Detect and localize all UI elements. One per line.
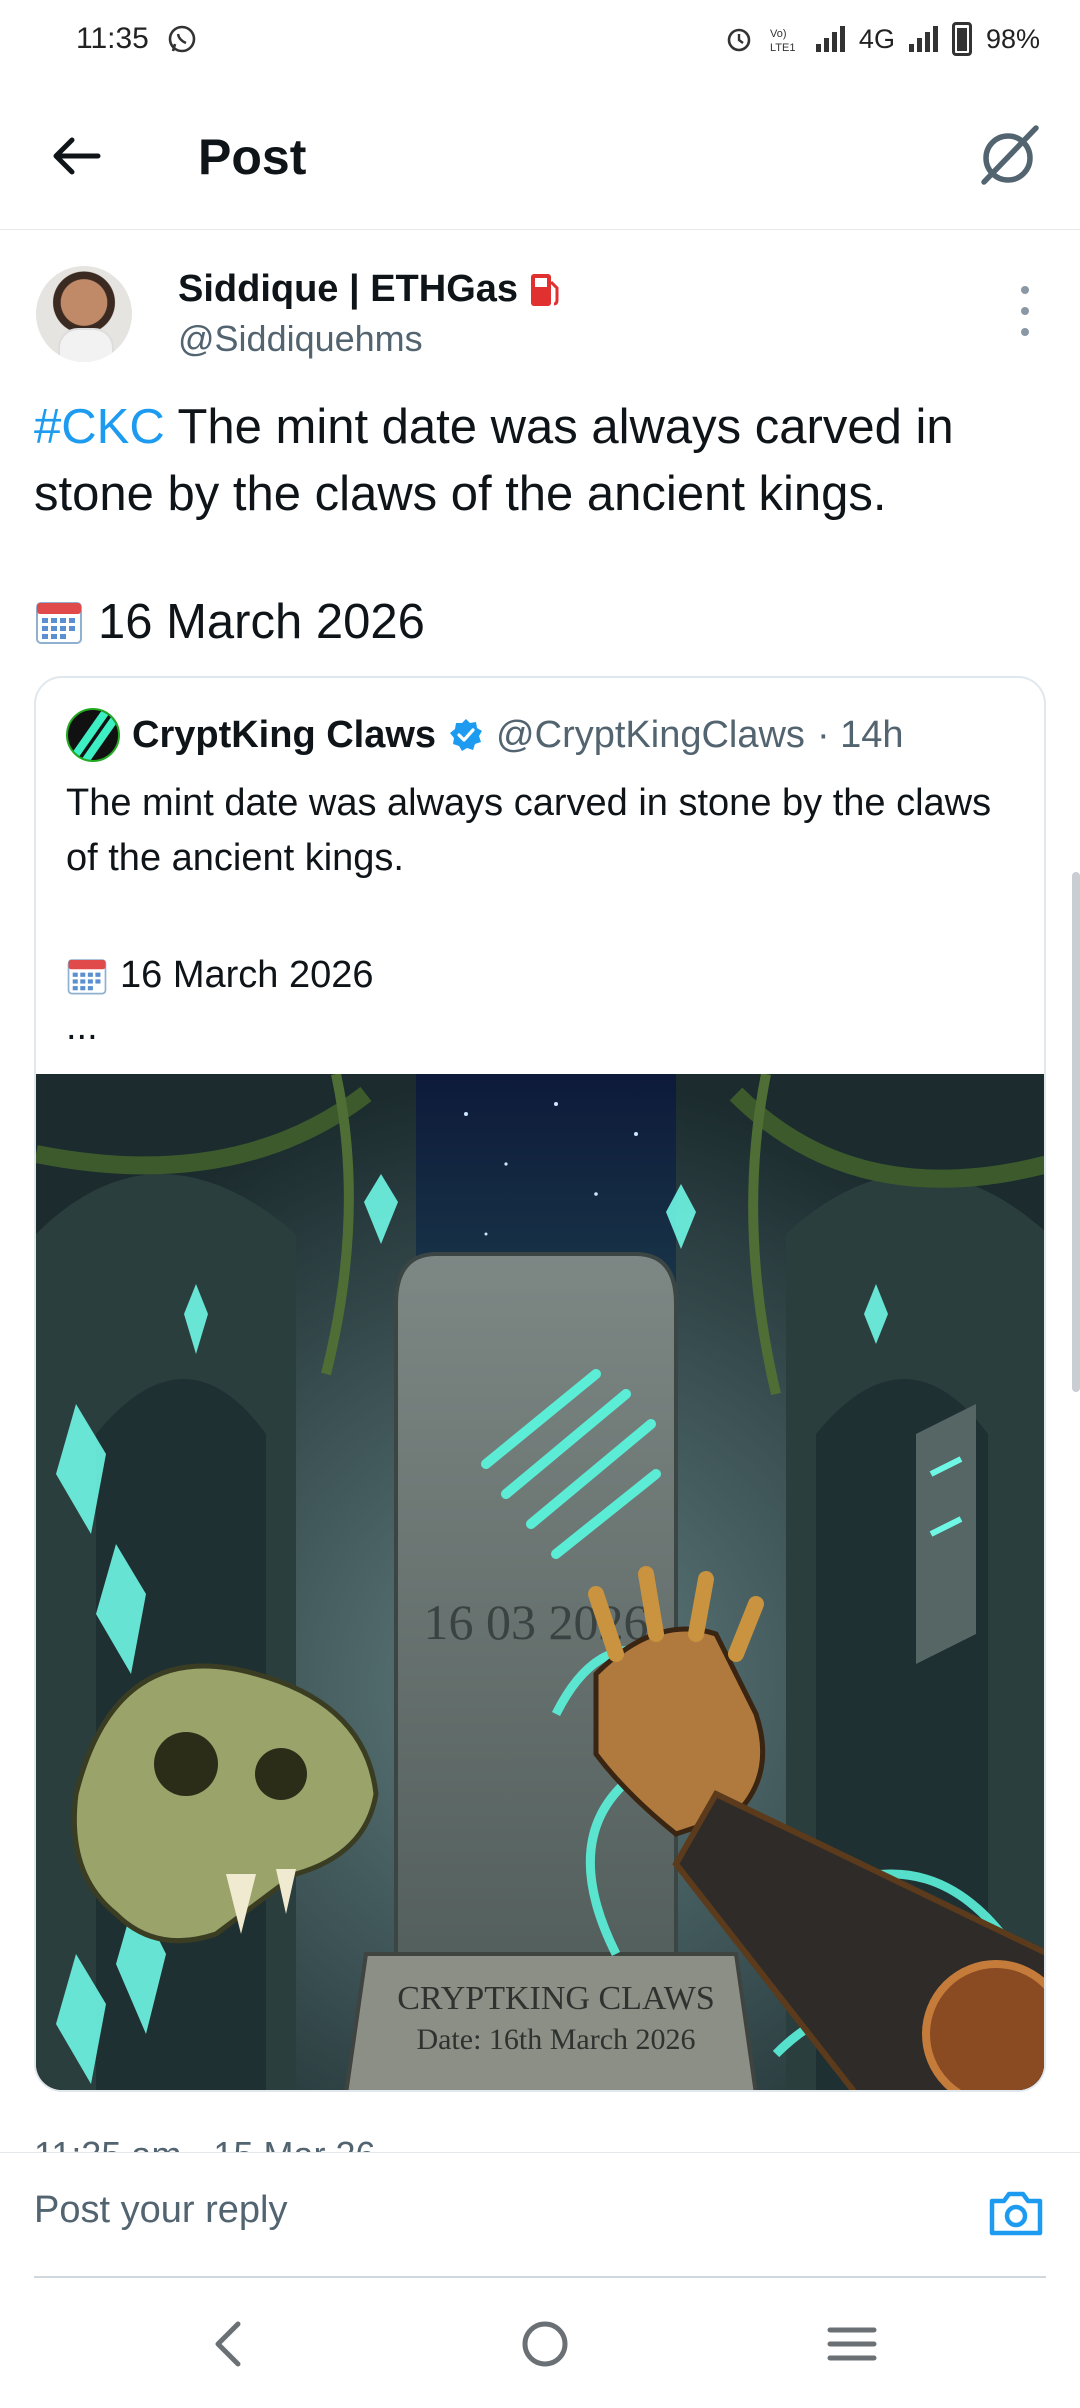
status-bar: 11:35 Vo) LTE1 4G 98% — [0, 0, 1080, 78]
status-right: Vo) LTE1 4G 98% — [724, 22, 1040, 56]
avatar[interactable] — [36, 266, 132, 362]
post-body: The mint date was always carved in stone… — [34, 400, 954, 521]
author-name[interactable]: Siddique | ETHGas — [178, 268, 562, 311]
svg-text:LTE1: LTE1 — [770, 42, 795, 54]
alarm-icon — [727, 28, 751, 52]
verified-badge-icon — [450, 719, 483, 751]
post-date-text: 16 March 2026 — [98, 595, 425, 649]
signal-icon-2 — [908, 26, 938, 52]
reply-bar: Post your reply — [0, 2152, 1080, 2278]
page-title: Post — [198, 129, 307, 185]
system-nav-bar — [0, 2278, 1080, 2408]
author-handle[interactable]: @Siddiquehms — [178, 318, 423, 360]
top-app-bar: Post — [0, 78, 1080, 230]
status-left: 11:35 — [76, 22, 197, 56]
nav-back-icon[interactable] — [200, 2314, 260, 2374]
reply-input[interactable]: Post your reply — [34, 2189, 287, 2232]
battery-level: 98% — [985, 23, 1040, 54]
quoted-ellipsis: ... — [66, 1006, 98, 1048]
quoted-author-handle: @CryptKingClaws — [496, 713, 805, 756]
quoted-post-header: CryptKing Claws @CryptKingClaws · 14h — [66, 708, 904, 762]
quoted-text: The mint date was always carved in stone… — [66, 782, 992, 879]
fuel-pump-icon — [531, 273, 559, 306]
hashtag-link[interactable]: #CKC — [34, 400, 165, 454]
svg-text:Vo): Vo) — [770, 28, 787, 40]
status-time: 11:35 — [76, 22, 149, 55]
post-text: #CKC The mint date was always carved in … — [34, 394, 1044, 528]
signal-icon — [815, 26, 845, 52]
arrow-left-icon[interactable] — [44, 124, 108, 188]
plaque-title: CRYPTKING CLAWS — [397, 1980, 714, 2017]
author-name-text: Siddique | ETHGas — [178, 268, 519, 310]
nav-recents-icon[interactable] — [822, 2314, 882, 2374]
whatsapp-icon — [168, 25, 196, 53]
battery-icon — [951, 22, 972, 56]
quoted-avatar — [66, 708, 120, 762]
nav-home-icon[interactable] — [515, 2314, 575, 2374]
volte-icon: Vo) LTE1 — [770, 28, 795, 54]
network-label: 4G — [858, 23, 895, 54]
camera-icon[interactable] — [986, 2183, 1046, 2243]
quoted-date-text: 16 March 2026 — [120, 954, 374, 996]
more-options-icon[interactable] — [1010, 286, 1040, 336]
plaque-date: Date: 16th March 2026 — [416, 2023, 695, 2056]
post-image[interactable]: 16 03 2026 CRYPTKING CLAWS Date: 16th Ma… — [36, 1074, 1046, 2092]
post-date-line: 16 March 2026 — [34, 594, 425, 650]
calendar-icon — [36, 602, 82, 644]
quoted-date-line: 16 March 2026 — [66, 954, 374, 997]
quoted-post[interactable]: CryptKing Claws @CryptKingClaws · 14h Th… — [34, 676, 1046, 2092]
calendar-icon — [67, 958, 107, 994]
scrollbar[interactable] — [1072, 872, 1080, 1392]
quoted-author-name: CryptKing Claws — [132, 713, 437, 756]
grok-icon[interactable] — [974, 120, 1046, 192]
quoted-time: · 14h — [816, 713, 904, 756]
